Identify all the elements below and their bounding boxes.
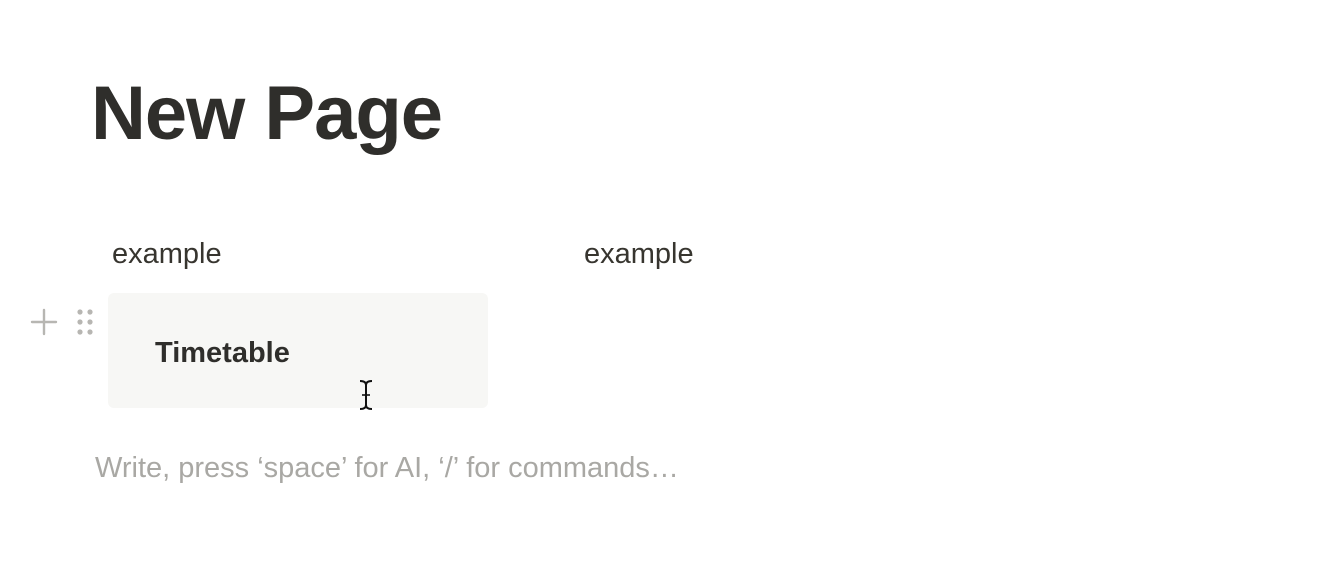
block-handles	[28, 306, 100, 340]
timetable-block-title[interactable]: Timetable	[155, 335, 290, 371]
write-placeholder[interactable]: Write, press ‘space’ for AI, ‘/’ for com…	[95, 450, 679, 486]
drag-handle-icon[interactable]	[74, 307, 96, 339]
page-title[interactable]: New Page	[91, 70, 443, 158]
left-column-label[interactable]: example	[112, 236, 222, 272]
plus-icon[interactable]	[28, 306, 60, 338]
timetable-block[interactable]: Timetable	[108, 293, 488, 408]
text-cursor-icon	[356, 378, 376, 412]
right-column-label[interactable]: example	[584, 236, 694, 272]
